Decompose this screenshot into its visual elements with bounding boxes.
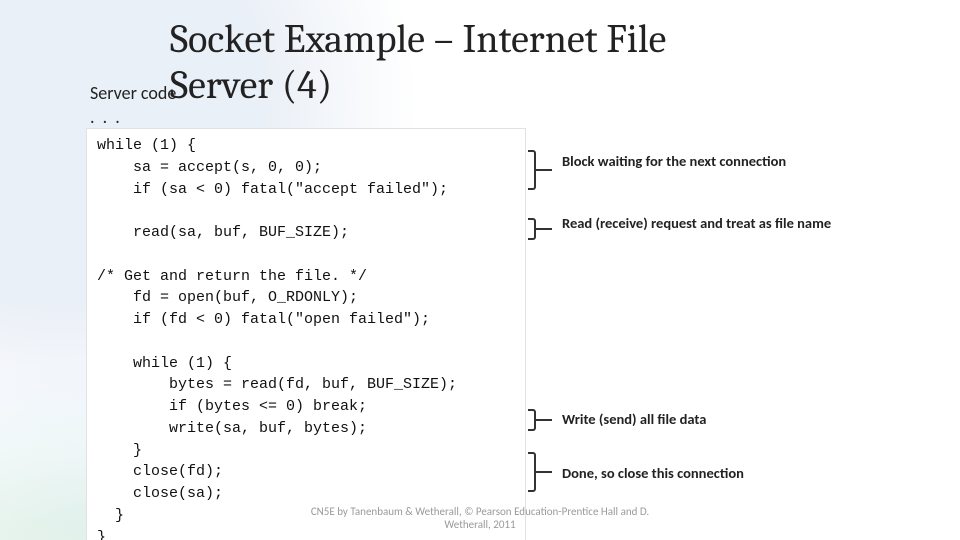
slide-footer: CN5E by Tanenbaum & Wetherall, © Pearson… (310, 505, 650, 533)
annotation-bracket (528, 409, 536, 431)
annotation-bracket (528, 452, 536, 492)
server-code-label: Server code (90, 82, 176, 104)
annotation-read: Read (receive) request and treat as file… (562, 214, 831, 233)
title-line-1: Socket Example – Internet File (170, 16, 666, 62)
code-listing: while (1) { sa = accept(s, 0, 0); if (sa… (86, 128, 526, 540)
annotation-close: Done, so close this connection (562, 464, 744, 483)
title-line-2: Server (4) (170, 62, 332, 108)
annotation-bracket (528, 218, 536, 240)
code-ellipsis: . . . (90, 106, 122, 128)
slide-title: Socket Example – Internet File Server (4… (170, 16, 666, 108)
annotation-accept: Block waiting for the next connection (562, 152, 786, 171)
slide: Socket Example – Internet File Server (4… (0, 0, 960, 540)
annotation-bracket (528, 150, 536, 190)
annotation-write: Write (send) all file data (562, 410, 706, 429)
